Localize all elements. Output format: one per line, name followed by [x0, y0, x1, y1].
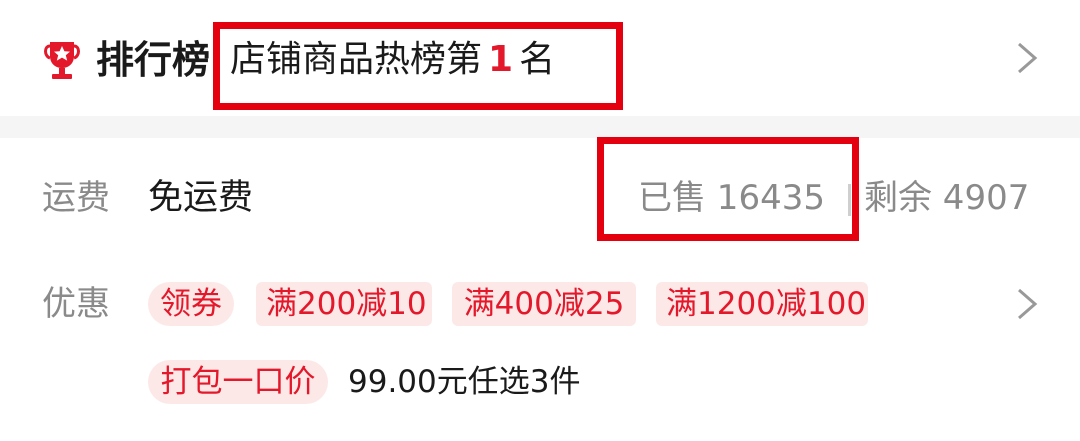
- discount-tag[interactable]: 满200减10: [256, 282, 432, 326]
- bundle-price-tag[interactable]: 打包一口价: [148, 360, 328, 404]
- highlight-box-ranking: [213, 22, 623, 110]
- ranking-title: 排行榜: [96, 38, 211, 82]
- highlight-box-sold: [597, 137, 859, 241]
- section-separator: [0, 116, 1080, 138]
- discount-tag[interactable]: 满400减25: [452, 282, 636, 326]
- bundle-description: 99.00元任选3件: [348, 364, 581, 400]
- trophy-icon: [44, 42, 80, 79]
- shipping-label: 运费: [42, 178, 110, 218]
- shipping-value: 免运费: [148, 178, 254, 218]
- remaining-count: 剩余 4907: [864, 178, 1030, 218]
- product-info-panel: 排行榜 店铺商品热榜第 1 名 运费 免运费 已售 16435 剩余 4907 优惠…: [0, 0, 1080, 441]
- discount-tag[interactable]: 满1200减100: [656, 282, 868, 326]
- chevron-right-icon[interactable]: [1007, 284, 1047, 324]
- offers-label: 优惠: [42, 284, 110, 324]
- chevron-right-icon[interactable]: [1007, 38, 1047, 78]
- coupon-tag[interactable]: 领券: [148, 282, 234, 326]
